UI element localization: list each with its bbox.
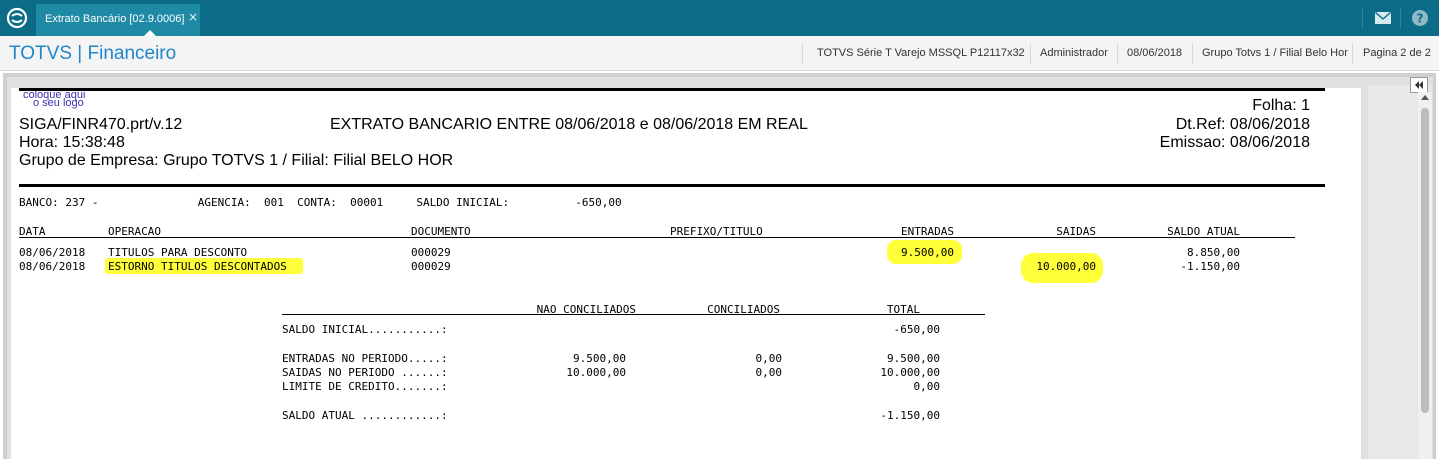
row1-saldo: 8.850,00	[1187, 246, 1240, 259]
summary-entradas-label: ENTRADAS NO PERIODO.....:	[282, 352, 448, 365]
page-title: TOTVS | Financeiro	[9, 43, 177, 64]
report-top-rule	[19, 88, 1325, 91]
help-icon[interactable]: ?	[1410, 8, 1430, 28]
summary-limite-total: 0,00	[913, 380, 941, 393]
divider	[1362, 8, 1363, 28]
divider	[1192, 44, 1193, 64]
summary-saldo-atual-label: SALDO ATUAL ............:	[282, 409, 448, 422]
summary-entradas-total: 9.500,00	[887, 352, 940, 365]
summary-saidas-label: SAIDAS NO PERIODO ......:	[282, 366, 448, 379]
bank-line: BANCO: 237 - AGENCIA: 001 CONTA: 00001 S…	[19, 196, 622, 209]
divider	[1352, 44, 1353, 64]
dtref-label: Dt.Ref: 08/06/2018	[1175, 116, 1310, 133]
row2-saidas: 10.000,00	[1036, 260, 1096, 273]
row1-documento: 000029	[411, 246, 451, 259]
row2-saldo: -1.150,00	[1180, 260, 1240, 273]
summary-saldo-inicial-label: SALDO INICIAL...........:	[282, 323, 448, 336]
report-header-rule	[19, 184, 1325, 187]
summary-limite-label: LIMITE DE CREDITO.......:	[282, 380, 448, 393]
divider	[1030, 44, 1031, 64]
divider	[1117, 44, 1118, 64]
collapse-panel-button[interactable]	[1410, 77, 1428, 93]
close-icon[interactable]: ×	[188, 10, 198, 24]
summary-header-rule	[282, 314, 985, 315]
row1-entradas: 9.500,00	[901, 246, 954, 259]
report-logo: coloque aqui o seu logo	[23, 90, 85, 109]
summary-saldo-atual-total: -1.150,00	[880, 409, 940, 422]
page-indicator: Pagina 2 de 2	[1363, 47, 1431, 59]
row1-data: 08/06/2018	[19, 246, 86, 259]
svg-text:?: ?	[1417, 12, 1424, 26]
column-header-rule	[19, 237, 1295, 238]
totvs-logo-icon[interactable]	[6, 7, 28, 29]
environment-label: TOTVS Série T Varejo MSSQL P12117x32	[817, 47, 1025, 59]
divider	[802, 44, 803, 64]
row2-documento: 000029	[411, 260, 451, 273]
double-chevron-left-icon	[1415, 81, 1423, 89]
summary-entradas-nao: 9.500,00	[573, 352, 626, 365]
program-label: SIGA/FINR470.prt/v.12	[19, 116, 183, 133]
company-label: Grupo Totvs 1 / Filial Belo Hor	[1202, 47, 1348, 59]
grupo-label: Grupo de Empresa: Grupo TOTVS 1 / Filial…	[19, 152, 454, 169]
summary-entradas-conc: 0,00	[755, 352, 783, 365]
summary-saidas-total: 10.000,00	[880, 366, 940, 379]
scrollbar-thumb[interactable]	[1421, 108, 1429, 413]
divider	[1400, 8, 1401, 28]
app-header: TOTVS | Financeiro TOTVS Série T Varejo …	[0, 36, 1439, 71]
hora-label: Hora: 15:38:48	[19, 134, 125, 151]
report-title: EXTRATO BANCARIO ENTRE 08/06/2018 e 08/0…	[330, 116, 808, 133]
folha-label: Folha: 1	[1252, 97, 1310, 114]
row2-data: 08/06/2018	[19, 260, 86, 273]
user-label: Administrador	[1040, 47, 1108, 59]
scroll-up-icon[interactable]	[1421, 95, 1429, 100]
emissao-label: Emissao: 08/06/2018	[1159, 134, 1310, 151]
summary-saidas-nao: 10.000,00	[566, 366, 626, 379]
mail-icon[interactable]	[1375, 12, 1391, 24]
date-label: 08/06/2018	[1127, 47, 1183, 59]
logo-line: o seu logo	[33, 97, 84, 109]
tab-title: Extrato Bancário [02.9.0006]	[45, 13, 185, 25]
row2-operacao: ESTORNO TITULOS DESCONTADOS	[108, 260, 287, 273]
summary-saidas-conc: 0,00	[755, 366, 783, 379]
tab-extrato-bancario[interactable]: Extrato Bancário [02.9.0006] ×	[36, 4, 200, 36]
summary-saldo-inicial-total: -650,00	[893, 323, 940, 336]
top-bar: Extrato Bancário [02.9.0006] × ?	[0, 0, 1439, 36]
